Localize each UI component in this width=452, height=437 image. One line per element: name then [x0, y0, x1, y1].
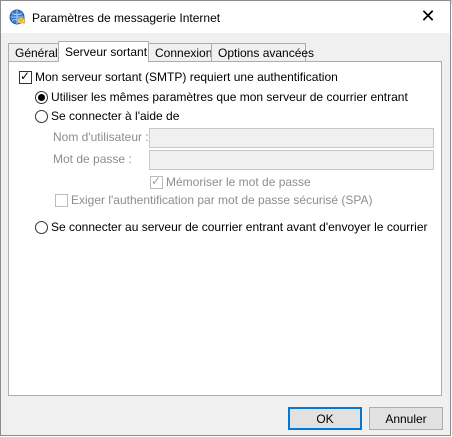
ok-button[interactable]: OK — [288, 407, 362, 430]
globe-mail-icon — [9, 9, 25, 25]
password-label: Mot de passe : — [53, 152, 132, 166]
checkmark-icon: ✓ — [151, 173, 162, 188]
checkmark-icon: ✓ — [20, 68, 31, 83]
login-incoming-first-option[interactable]: Se connecter au serveur de courrier entr… — [35, 220, 428, 234]
username-label: Nom d'utilisateur : — [53, 130, 149, 144]
same-settings-label: Utiliser les mêmes paramètres que mon se… — [51, 90, 408, 104]
remember-password-checkbox[interactable]: ✓ — [150, 173, 163, 189]
smtp-auth-option[interactable]: ✓ Mon serveur sortant (SMTP) requiert un… — [19, 68, 338, 84]
close-button[interactable]: ✕ — [406, 1, 450, 32]
tab-outgoing-server[interactable]: Serveur sortant — [58, 41, 149, 62]
password-field[interactable] — [149, 150, 434, 170]
require-spa-option[interactable]: Exiger l'authentification par mot de pas… — [55, 193, 373, 207]
remember-password-option[interactable]: ✓ Mémoriser le mot de passe — [150, 173, 311, 189]
tab-general[interactable]: Général — [8, 43, 59, 61]
tab-connection[interactable]: Connexion — [148, 43, 212, 61]
outgoing-server-panel: ✓ Mon serveur sortant (SMTP) requiert un… — [8, 61, 442, 396]
require-spa-label: Exiger l'authentification par mot de pas… — [71, 193, 373, 207]
login-with-option[interactable]: Se connecter à l'aide de — [35, 109, 179, 123]
smtp-auth-label: Mon serveur sortant (SMTP) requiert une … — [35, 70, 338, 84]
close-icon: ✕ — [420, 6, 436, 26]
internet-mail-settings-dialog: Paramètres de messagerie Internet ✕ Géné… — [0, 0, 451, 436]
window-title: Paramètres de messagerie Internet — [32, 11, 221, 25]
username-field[interactable] — [149, 128, 434, 148]
login-incoming-first-label: Se connecter au serveur de courrier entr… — [51, 220, 428, 234]
login-with-label: Se connecter à l'aide de — [51, 109, 180, 123]
same-settings-radio[interactable] — [35, 90, 48, 104]
radio-selected-dot — [38, 93, 45, 101]
login-with-radio[interactable] — [35, 109, 48, 123]
require-spa-checkbox[interactable] — [55, 193, 68, 207]
same-settings-option[interactable]: Utiliser les mêmes paramètres que mon se… — [35, 90, 408, 104]
login-incoming-first-radio[interactable] — [35, 220, 48, 234]
tab-advanced-options[interactable]: Options avancées — [211, 43, 314, 61]
smtp-auth-checkbox[interactable]: ✓ — [19, 68, 32, 84]
cancel-button[interactable]: Annuler — [369, 407, 443, 430]
remember-password-label: Mémoriser le mot de passe — [166, 175, 311, 189]
title-bar[interactable]: Paramètres de messagerie Internet ✕ — [1, 1, 450, 33]
